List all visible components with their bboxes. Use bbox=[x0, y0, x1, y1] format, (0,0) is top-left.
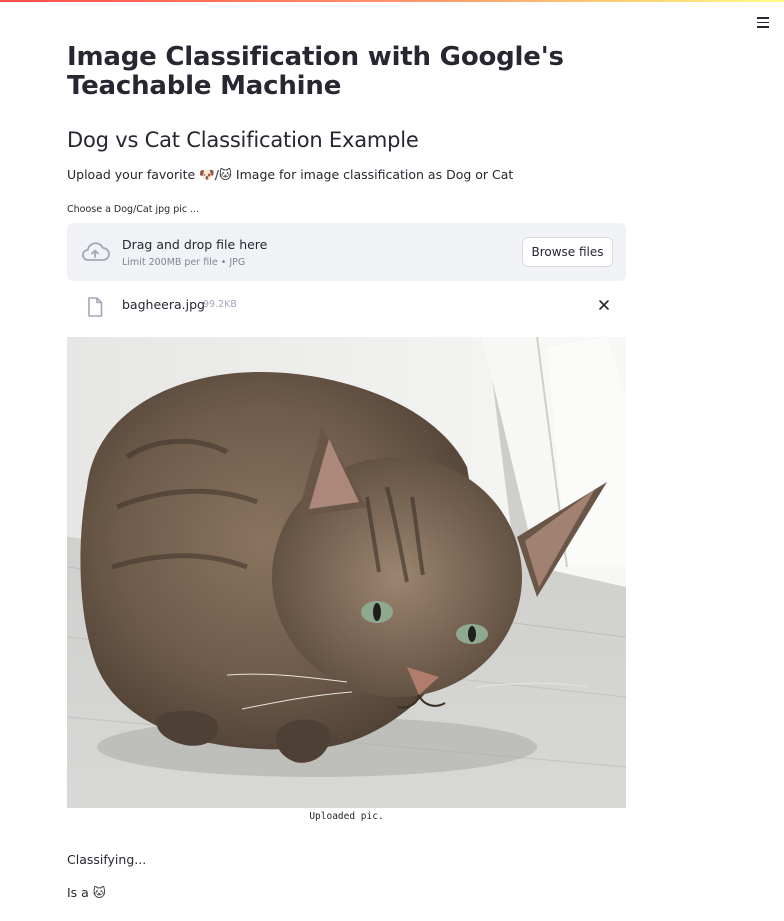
uploaded-file-row: bagheera.jpg 99.2KB bbox=[67, 288, 626, 324]
page-subtitle: Dog vs Cat Classification Example bbox=[67, 128, 419, 152]
close-icon[interactable] bbox=[597, 298, 611, 312]
hamburger-menu-icon[interactable] bbox=[757, 17, 771, 29]
uploaded-file-name: bagheera.jpg bbox=[122, 297, 205, 312]
uploaded-file-size: 99.2KB bbox=[203, 299, 237, 310]
image-caption: Uploaded pic. bbox=[309, 811, 384, 822]
classifying-status: Classifying... bbox=[67, 852, 147, 867]
uploaded-cat-image bbox=[67, 337, 626, 808]
file-icon bbox=[88, 297, 103, 317]
top-decoration-bar bbox=[0, 0, 784, 2]
uploader-label: Choose a Dog/Cat jpg pic ... bbox=[67, 204, 200, 215]
dropzone-limit: Limit 200MB per file • JPG bbox=[122, 257, 246, 268]
browse-files-button[interactable]: Browse files bbox=[522, 237, 613, 267]
file-dropzone[interactable]: Drag and drop file here Limit 200MB per … bbox=[67, 223, 626, 281]
dropzone-title: Drag and drop file here bbox=[122, 237, 268, 252]
page-title: Image Classification with Google's Teach… bbox=[67, 42, 564, 101]
intro-text: Upload your favorite 🐶/🐱 Image for image… bbox=[67, 167, 514, 182]
classification-result: Is a 🐱 bbox=[67, 885, 106, 900]
cat-photo-illustration bbox=[67, 337, 626, 808]
cloud-upload-icon bbox=[82, 242, 110, 261]
